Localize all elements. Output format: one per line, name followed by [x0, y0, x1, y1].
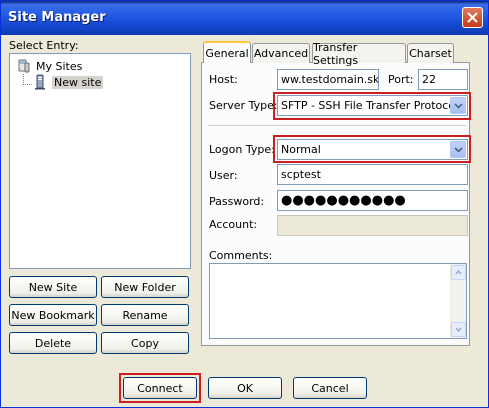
folder-drive-icon [18, 59, 30, 73]
close-icon [467, 12, 478, 23]
scroll-up-icon[interactable] [451, 265, 466, 280]
server-type-label: Server Type: [209, 99, 278, 112]
site-manager-window: Site Manager Select Entry: My Sites New … [0, 0, 489, 408]
tree-connector [23, 74, 32, 85]
server-type-value: SFTP - SSH File Transfer Protocol [281, 99, 459, 112]
new-site-button[interactable]: New Site [9, 276, 97, 298]
account-input [277, 215, 468, 236]
cancel-button[interactable]: Cancel [293, 377, 367, 399]
select-entry-label: Select Entry: [9, 39, 79, 52]
tab-general[interactable]: General [203, 41, 251, 63]
copy-button[interactable]: Copy [101, 332, 189, 354]
host-label: Host: [209, 73, 238, 86]
account-label: Account: [209, 218, 258, 231]
host-input[interactable]: ww.testdomain.sk [277, 69, 379, 90]
scroll-down-icon[interactable] [451, 322, 466, 337]
site-tree[interactable]: My Sites New site [9, 53, 191, 269]
comments-textarea[interactable] [209, 263, 467, 339]
tree-item-my-sites[interactable]: My Sites [16, 58, 82, 74]
scrollbar[interactable] [450, 264, 466, 338]
tab-advanced[interactable]: Advanced [252, 43, 310, 63]
user-label: User: [209, 169, 238, 182]
logon-type-value: Normal [281, 143, 321, 156]
tab-transfer-settings[interactable]: Transfer Settings [312, 41, 406, 67]
password-input[interactable]: ●●●●●●●●●●● [277, 190, 468, 211]
server-type-select[interactable]: SFTP - SSH File Transfer Protocol [277, 95, 468, 116]
logon-type-label: Logon Type: [209, 143, 275, 156]
tree-label-new-site: New site [52, 75, 104, 89]
logon-type-select[interactable]: Normal [277, 139, 468, 160]
comments-label: Comments: [209, 249, 273, 262]
delete-button[interactable]: Delete [9, 332, 97, 354]
new-bookmark-button[interactable]: New Bookmark [9, 304, 97, 326]
tree-label-my-sites: My Sites [36, 59, 83, 73]
tree-item-new-site[interactable]: New site [32, 74, 104, 90]
window-title: Site Manager [8, 10, 106, 25]
port-label: Port: [388, 73, 414, 86]
chevron-down-icon[interactable] [450, 97, 466, 114]
ok-button[interactable]: OK [208, 377, 282, 399]
password-label: Password: [209, 195, 265, 208]
new-folder-button[interactable]: New Folder [101, 276, 189, 298]
connect-button[interactable]: Connect [123, 377, 197, 399]
port-input[interactable]: 22 [418, 69, 468, 90]
rename-button[interactable]: Rename [101, 304, 189, 326]
user-input[interactable]: scptest [277, 164, 468, 185]
chevron-down-icon[interactable] [450, 141, 466, 158]
close-button[interactable] [462, 7, 483, 28]
title-bar: Site Manager [1, 1, 488, 35]
divider [208, 125, 466, 127]
tab-charset[interactable]: Charset [407, 43, 454, 63]
server-icon [35, 74, 45, 90]
